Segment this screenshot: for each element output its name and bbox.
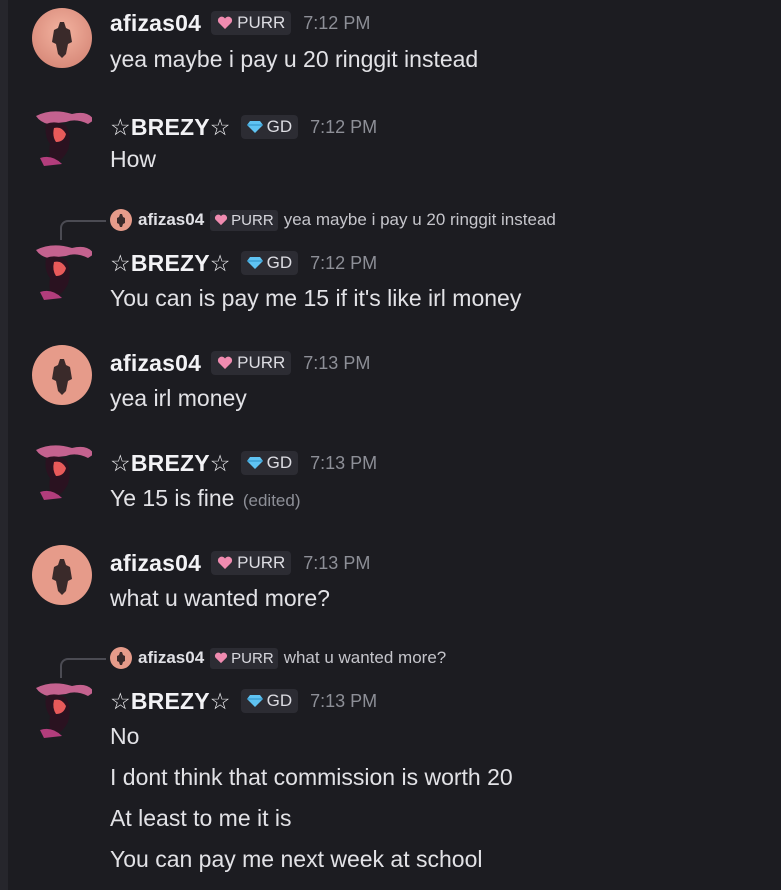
- reply-avatar: [110, 209, 132, 231]
- avatar-afizas04[interactable]: [32, 8, 92, 68]
- heart-icon: [214, 214, 228, 226]
- guild-tag-label: PURR: [237, 13, 286, 32]
- timestamp[interactable]: 7:13 PM: [303, 553, 370, 574]
- username[interactable]: afizas04: [110, 550, 201, 577]
- username[interactable]: ☆BREZY☆: [110, 250, 231, 277]
- reply-text: what u wanted more?: [283, 648, 447, 667]
- diamond-icon: [246, 120, 263, 134]
- diamond-icon: [246, 694, 263, 708]
- guild-tag[interactable]: PURR: [211, 11, 292, 35]
- heart-icon: [217, 556, 233, 570]
- username[interactable]: afizas04: [110, 10, 201, 37]
- heart-icon: [217, 16, 233, 30]
- reply-avatar: [110, 647, 132, 669]
- reply-reference[interactable]: afizas04 PURR what u wanted more?: [110, 645, 446, 671]
- message-text: yea maybe i pay u 20 ringgit instead: [110, 46, 479, 72]
- reply-username: afizas04: [138, 648, 205, 667]
- timestamp[interactable]: 7:12 PM: [310, 117, 377, 138]
- timestamp[interactable]: 7:13 PM: [310, 691, 377, 712]
- message-text: You can is pay me 15 if it's like irl mo…: [110, 285, 522, 311]
- diamond-icon: [246, 456, 263, 470]
- reply-spine: [60, 220, 106, 242]
- message-text: How: [110, 146, 157, 172]
- message-header: afizas04 PURR 7:12 PM: [110, 8, 370, 38]
- message-header: afizas04 PURR 7:13 PM: [110, 348, 370, 378]
- guild-tag[interactable]: GD: [240, 115, 299, 139]
- message-header: ☆BREZY☆ GD 7:13 PM: [110, 448, 377, 478]
- reply-username: afizas04: [138, 210, 205, 229]
- guild-tag-label: GD: [266, 117, 293, 136]
- reply-text: yea maybe i pay u 20 ringgit instead: [283, 210, 556, 229]
- guild-tag[interactable]: PURR: [211, 351, 292, 375]
- scrollbar-edge[interactable]: [0, 0, 8, 890]
- guild-tag-label: GD: [266, 253, 293, 272]
- heart-icon: [217, 356, 233, 370]
- message-header: ☆BREZY☆ GD 7:13 PM: [110, 686, 377, 716]
- avatar-brezy[interactable]: [32, 106, 92, 166]
- message-text: what u wanted more?: [110, 585, 330, 611]
- reply-guild-tag: PURR: [210, 209, 278, 231]
- guild-tag[interactable]: GD: [240, 451, 299, 475]
- reply-tag-label: PURR: [231, 649, 274, 667]
- message-header: afizas04 PURR 7:13 PM: [110, 548, 370, 578]
- reply-tag-label: PURR: [231, 211, 274, 229]
- message-text: yea irl money: [110, 385, 247, 411]
- guild-tag[interactable]: GD: [240, 251, 299, 275]
- reply-guild-tag: PURR: [210, 647, 278, 669]
- message-body: Ye 15 is fine: [110, 485, 235, 511]
- guild-tag[interactable]: PURR: [211, 551, 292, 575]
- edited-marker: (edited): [242, 491, 301, 510]
- message-line: At least to me it is: [110, 805, 292, 831]
- reply-reference[interactable]: afizas04 PURR yea maybe i pay u 20 ringg…: [110, 207, 556, 233]
- message-header: ☆BREZY☆ GD 7:12 PM: [110, 112, 377, 142]
- avatar-brezy[interactable]: [32, 440, 92, 500]
- username[interactable]: ☆BREZY☆: [110, 114, 231, 141]
- diamond-icon: [246, 256, 263, 270]
- timestamp[interactable]: 7:13 PM: [310, 453, 377, 474]
- timestamp[interactable]: 7:12 PM: [303, 13, 370, 34]
- username[interactable]: ☆BREZY☆: [110, 688, 231, 715]
- avatar-afizas04[interactable]: [32, 345, 92, 405]
- heart-icon: [214, 652, 228, 664]
- message-line: I dont think that commission is worth 20: [110, 764, 513, 790]
- timestamp[interactable]: 7:12 PM: [310, 253, 377, 274]
- message-text: Ye 15 is fine (edited): [110, 485, 301, 512]
- message-line: No: [110, 723, 140, 749]
- guild-tag-label: PURR: [237, 553, 286, 572]
- message-line: You can pay me next week at school: [110, 846, 483, 872]
- avatar-brezy[interactable]: [32, 678, 92, 738]
- reply-spine: [60, 658, 106, 680]
- timestamp[interactable]: 7:13 PM: [303, 353, 370, 374]
- guild-tag[interactable]: GD: [240, 689, 299, 713]
- guild-tag-label: GD: [266, 691, 293, 710]
- username[interactable]: afizas04: [110, 350, 201, 377]
- username[interactable]: ☆BREZY☆: [110, 450, 231, 477]
- avatar-afizas04[interactable]: [32, 545, 92, 605]
- guild-tag-label: PURR: [237, 353, 286, 372]
- avatar-brezy[interactable]: [32, 240, 92, 300]
- message-header: ☆BREZY☆ GD 7:12 PM: [110, 248, 377, 278]
- guild-tag-label: GD: [266, 453, 293, 472]
